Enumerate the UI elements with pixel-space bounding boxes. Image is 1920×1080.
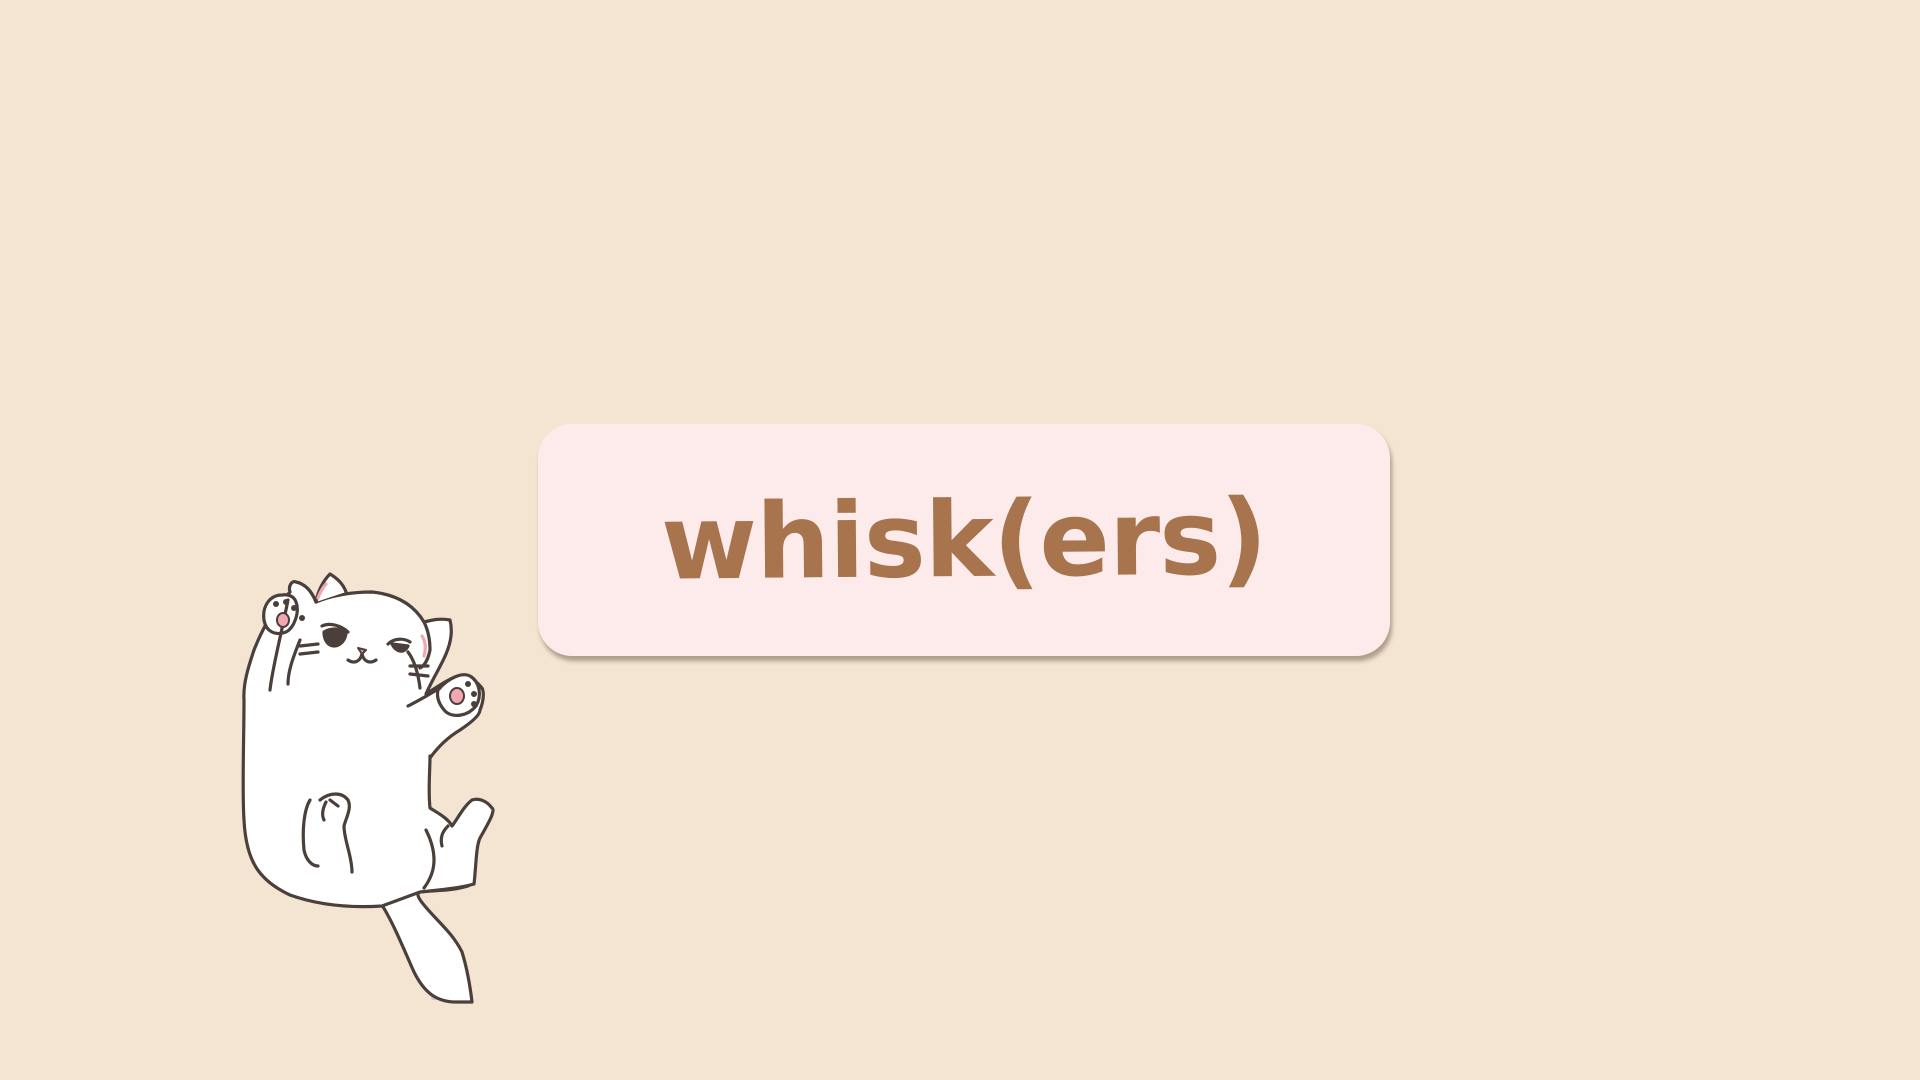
cat-illustration-icon [241,572,495,1004]
slide-title: whisk(ers) [660,476,1268,604]
title-card: whisk(ers) [538,424,1390,656]
